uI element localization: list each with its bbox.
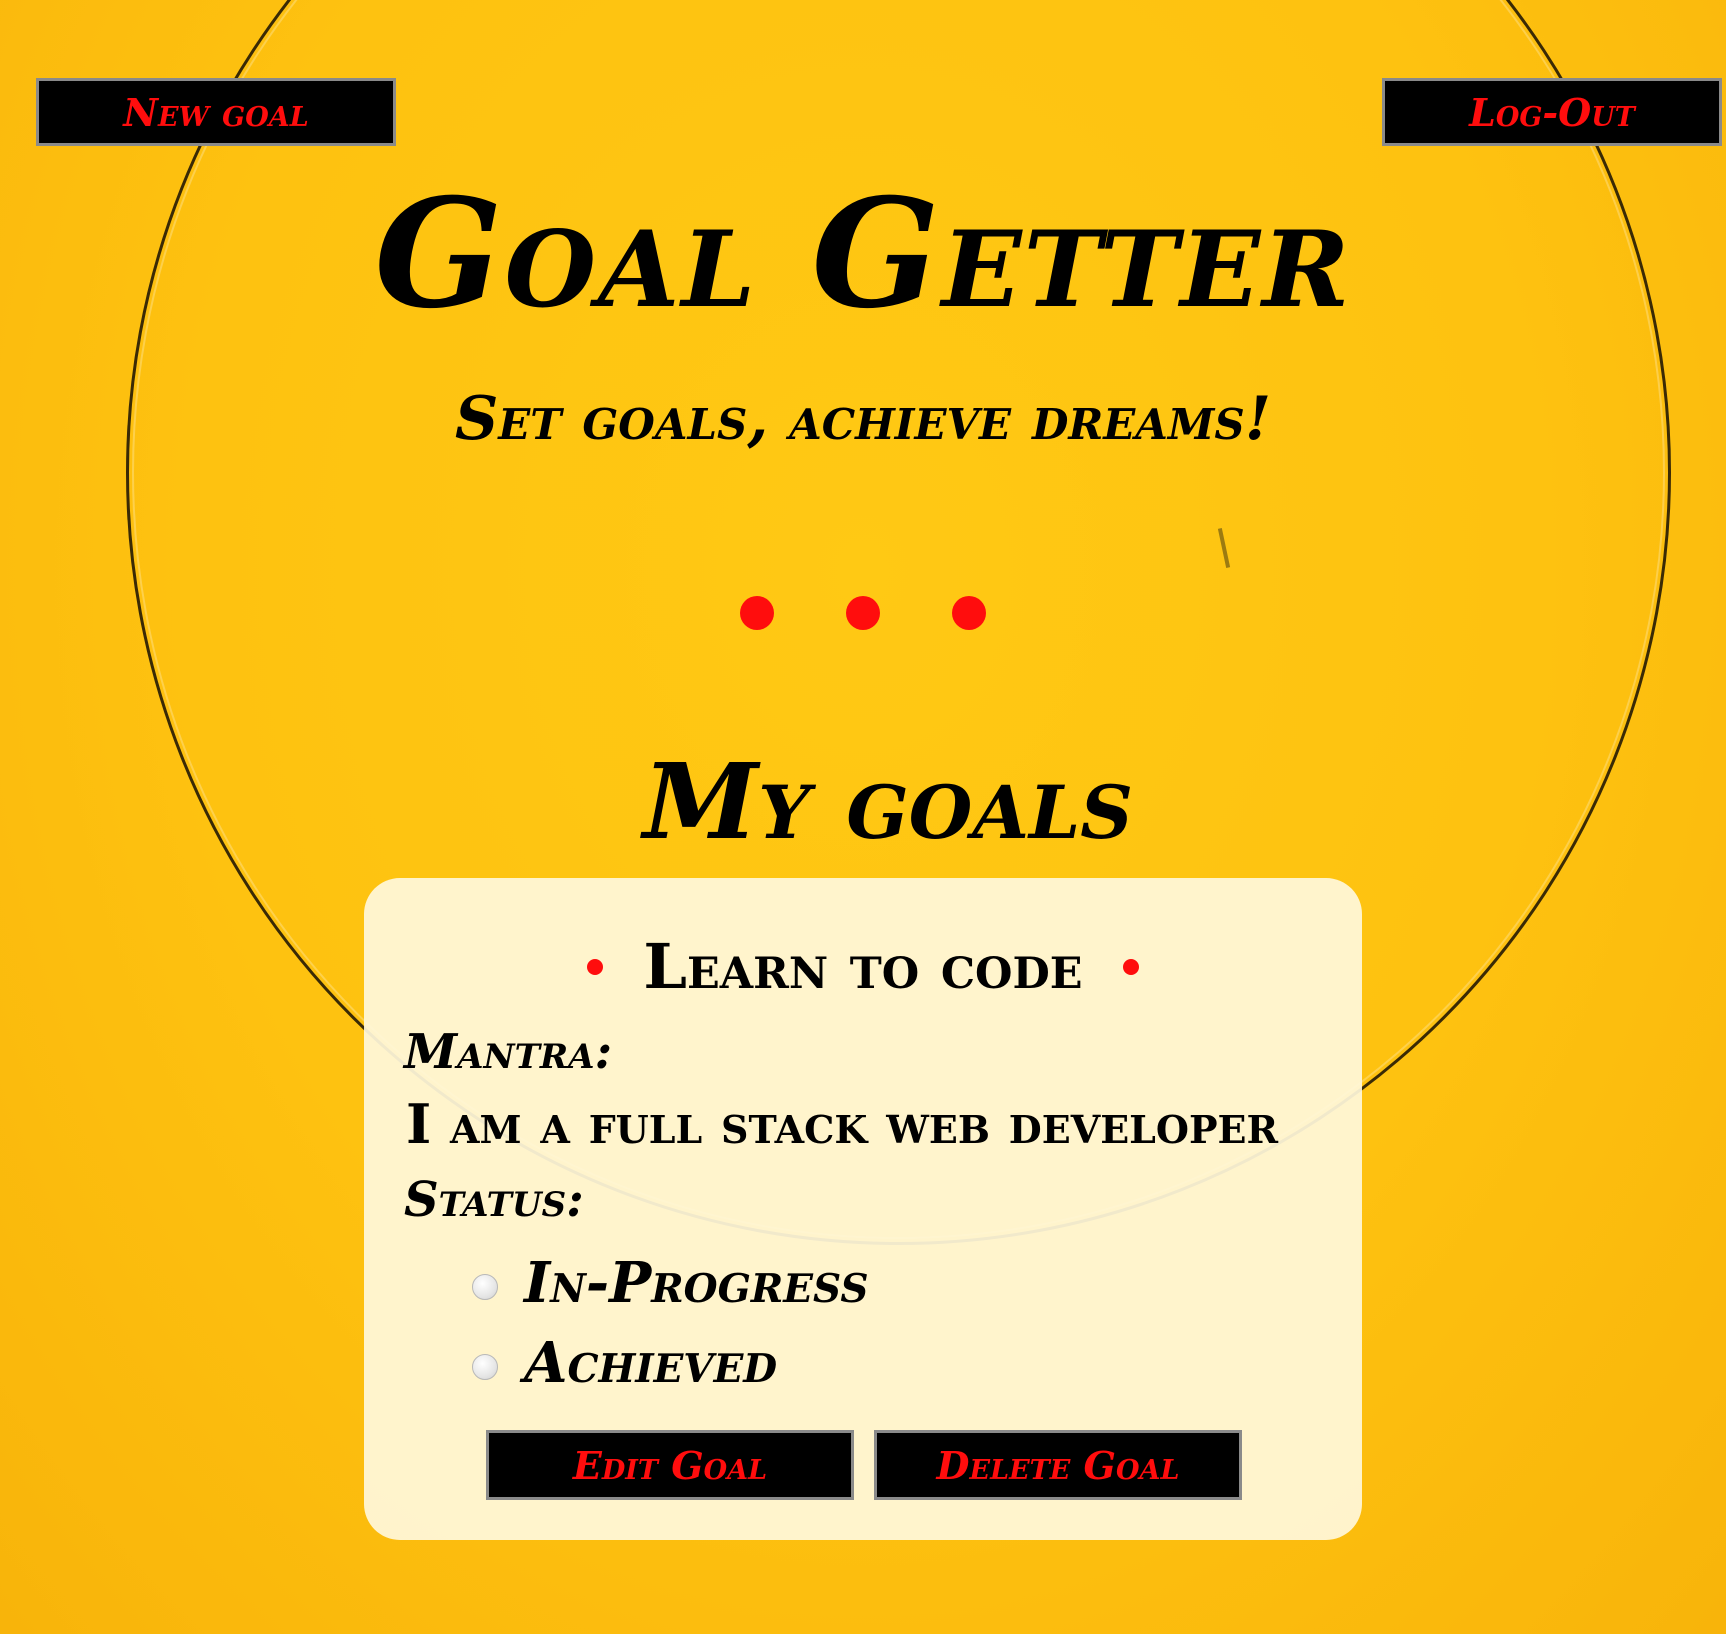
logout-button[interactable]: Log-Out bbox=[1382, 78, 1722, 146]
delete-goal-button[interactable]: Delete Goal bbox=[874, 1430, 1242, 1500]
edit-goal-button[interactable]: Edit Goal bbox=[486, 1430, 854, 1500]
divider-dot bbox=[952, 596, 986, 630]
divider-dot bbox=[846, 596, 880, 630]
goal-title-row: Learn to code bbox=[364, 930, 1362, 1003]
mantra-label: Mantra: bbox=[404, 1024, 613, 1080]
goal-title: Learn to code bbox=[643, 930, 1083, 1003]
goal-title-dot bbox=[1122, 958, 1139, 975]
goal-title-dot bbox=[587, 958, 604, 975]
status-option-label: In-Progress bbox=[524, 1250, 869, 1316]
divider-dots bbox=[0, 596, 1726, 630]
app-title: Goal Getter bbox=[374, 166, 1352, 342]
new-goal-button[interactable]: New goal bbox=[36, 78, 396, 146]
status-option-label: Achieved bbox=[524, 1330, 778, 1396]
mantra-text: I am a full stack web developer bbox=[406, 1092, 1279, 1156]
app-subtitle: Set goals, achieve dreams! bbox=[454, 384, 1272, 454]
radio-button-in-progress[interactable] bbox=[472, 1274, 498, 1300]
radio-button-achieved[interactable] bbox=[472, 1354, 498, 1380]
status-option-in-progress[interactable]: In-Progress bbox=[472, 1250, 869, 1316]
divider-dot bbox=[740, 596, 774, 630]
goal-card: Learn to code Mantra: I am a full stack … bbox=[364, 878, 1362, 1540]
my-goals-heading: My goals bbox=[642, 740, 1134, 863]
status-label: Status: bbox=[404, 1172, 584, 1228]
status-option-achieved[interactable]: Achieved bbox=[472, 1330, 777, 1396]
